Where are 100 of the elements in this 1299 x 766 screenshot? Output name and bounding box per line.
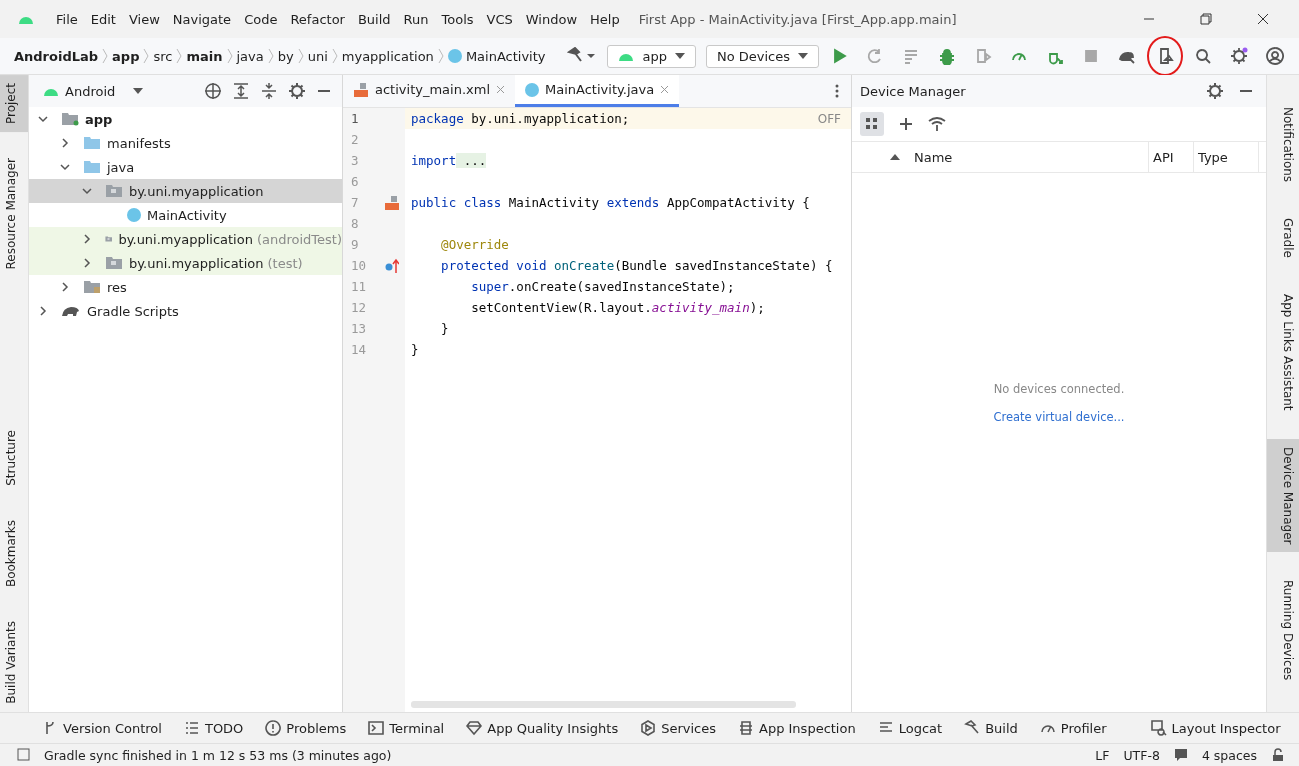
line-number: 12: [350, 300, 368, 315]
status-item[interactable]: 4 spaces: [1201, 747, 1257, 763]
caret-icon[interactable]: [133, 88, 144, 94]
editor-tab[interactable]: activity_main.xml: [343, 75, 515, 107]
column-header[interactable]: API: [1149, 142, 1194, 172]
chevron-right-icon[interactable]: [59, 281, 71, 293]
android-logo-icon: [618, 51, 635, 61]
panel-toggle-icon[interactable]: [16, 748, 30, 762]
device-type-button[interactable]: [860, 112, 884, 136]
breadcrumb[interactable]: app: [112, 48, 140, 64]
menu-item[interactable]: File: [56, 11, 78, 27]
tree-item-label: app: [85, 111, 113, 127]
tree-item[interactable]: by.uni.myapplication (test): [29, 251, 342, 275]
breadcrumb[interactable]: myapplication: [341, 48, 434, 64]
tool-window-button[interactable]: Profiler: [1039, 720, 1107, 736]
tool-window-button[interactable]: Terminal: [368, 720, 445, 736]
tool-window-button[interactable]: Layout Inspector: [1150, 720, 1281, 736]
menu-item[interactable]: View: [128, 11, 160, 27]
chevron-down-icon[interactable]: [59, 161, 71, 173]
tool-window-tab[interactable]: Build Variants: [0, 613, 28, 712]
notes-icon[interactable]: [1173, 748, 1188, 762]
tool-window-tab[interactable]: Gradle: [1267, 210, 1299, 267]
tree-item[interactable]: Gradle Scripts: [29, 299, 342, 323]
chevron-right-icon[interactable]: [81, 233, 93, 245]
tool-window-tab[interactable]: App Links Assistant: [1267, 286, 1299, 419]
menu-item[interactable]: Help: [590, 11, 620, 27]
settings-icon[interactable]: [1206, 82, 1224, 100]
tool-window-button[interactable]: Version Control: [42, 720, 162, 736]
menu-item[interactable]: Run: [403, 11, 429, 27]
editor-tab[interactable]: MainActivity.java: [515, 75, 680, 107]
menu-item[interactable]: Window: [525, 11, 578, 27]
tool-window-tab[interactable]: Bookmarks: [0, 512, 28, 596]
tool-window-tab[interactable]: Project: [0, 75, 28, 133]
tool-window-tab[interactable]: Device Manager: [1267, 438, 1299, 553]
status-item[interactable]: UTF-8: [1123, 747, 1160, 763]
chevron-right-icon[interactable]: [81, 257, 93, 269]
menu-item[interactable]: Tools: [441, 11, 474, 27]
chevron-down-icon[interactable]: [37, 113, 49, 125]
device-dropdown[interactable]: No Devices: [705, 44, 819, 68]
more-icon[interactable]: [835, 83, 839, 99]
breadcrumb[interactable]: AndroidLab: [14, 48, 99, 64]
expand-all-icon[interactable]: [232, 82, 250, 100]
status-item[interactable]: LF: [1095, 747, 1110, 763]
chevron-right-icon[interactable]: [37, 305, 49, 317]
empty-message: No devices connected.: [993, 381, 1125, 396]
tree-item[interactable]: res: [29, 275, 342, 299]
unlock-icon[interactable]: [1271, 748, 1285, 762]
tool-window-button[interactable]: App Inspection: [738, 720, 856, 736]
sort-icon[interactable]: [890, 154, 900, 160]
gem-icon: [466, 720, 483, 736]
breadcrumb[interactable]: src: [153, 48, 173, 64]
chevron-icon: [267, 48, 274, 64]
tool-window-button[interactable]: Build: [964, 720, 1018, 736]
tool-window-tab[interactable]: Notifications: [1267, 99, 1299, 191]
folder-icon: [83, 136, 101, 150]
column-header[interactable]: Type: [1194, 142, 1259, 172]
grid-icon: [865, 117, 879, 131]
menu-item[interactable]: Navigate: [172, 11, 232, 27]
override-marker-icon[interactable]: [385, 257, 399, 274]
create-device-link[interactable]: Create virtual device...: [993, 409, 1125, 424]
locate-icon[interactable]: [204, 82, 222, 100]
breadcrumb[interactable]: by: [277, 48, 294, 64]
chevron-down-icon[interactable]: [81, 185, 93, 197]
breadcrumb[interactable]: main: [186, 48, 223, 64]
menu-item[interactable]: Refactor: [290, 11, 345, 27]
tool-window-button[interactable]: TODO: [183, 720, 244, 736]
breadcrumb[interactable]: java: [236, 48, 264, 64]
tree-item[interactable]: MainActivity: [29, 203, 342, 227]
run-config-dropdown[interactable]: app: [607, 44, 696, 68]
tool-window-button[interactable]: App Quality Insights: [466, 720, 619, 736]
settings-icon[interactable]: [288, 82, 306, 100]
tool-window-tab[interactable]: Resource Manager: [0, 150, 28, 278]
menu-item[interactable]: Code: [244, 11, 278, 27]
tool-window-button[interactable]: Services: [640, 720, 716, 736]
menu-item[interactable]: Build: [357, 11, 391, 27]
tree-item[interactable]: by.uni.myapplication (androidTest): [29, 227, 342, 251]
tree-item[interactable]: java: [29, 155, 342, 179]
source-set-label: (test): [267, 255, 303, 271]
add-icon[interactable]: [898, 116, 914, 132]
tool-window-button[interactable]: Problems: [265, 720, 347, 736]
tool-window-tab[interactable]: Structure: [0, 422, 28, 495]
tool-window-tab[interactable]: Running Devices: [1267, 572, 1299, 689]
view-selector[interactable]: Android: [65, 83, 116, 99]
tool-window-button[interactable]: Logcat: [877, 720, 943, 736]
layout-file-icon[interactable]: [384, 194, 400, 211]
chevron-right-icon[interactable]: [59, 137, 71, 149]
menu-item[interactable]: VCS: [486, 11, 513, 27]
breadcrumb[interactable]: MainActivity: [465, 48, 546, 64]
restore-icon[interactable]: [1200, 13, 1212, 25]
menu-item[interactable]: Edit: [90, 11, 116, 27]
tree-item[interactable]: manifests: [29, 131, 342, 155]
elephant-icon: [61, 304, 81, 318]
column-header[interactable]: Name: [914, 142, 1149, 172]
scrollbar[interactable]: [411, 701, 796, 708]
wifi-icon[interactable]: [928, 116, 946, 132]
close-icon[interactable]: [1257, 13, 1269, 25]
tree-item[interactable]: by.uni.myapplication: [29, 179, 342, 203]
tree-item[interactable]: app: [29, 107, 342, 131]
collapse-all-icon[interactable]: [260, 82, 278, 100]
breadcrumb[interactable]: uni: [307, 48, 328, 64]
